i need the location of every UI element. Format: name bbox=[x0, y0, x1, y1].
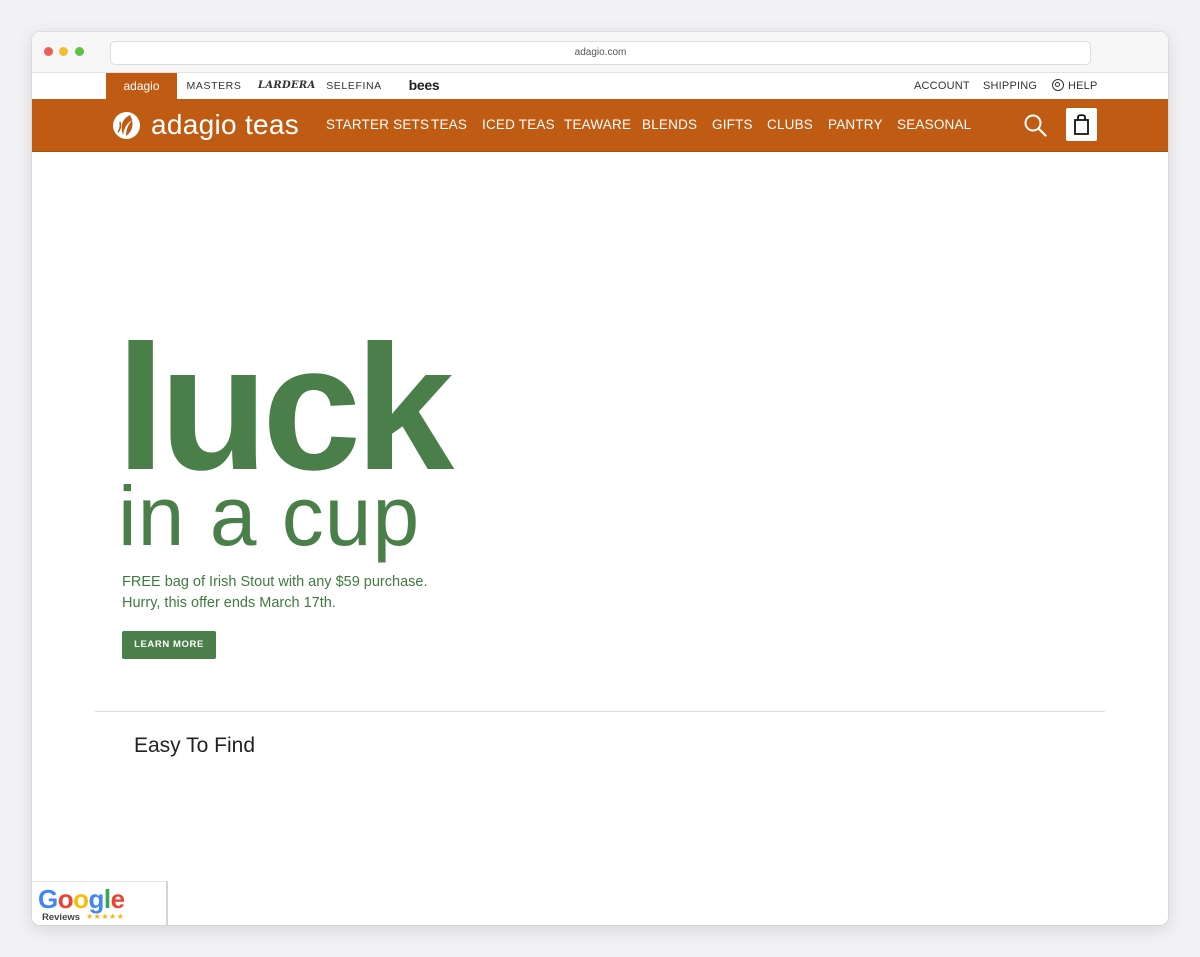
nav-seasonal[interactable]: SEASONAL bbox=[897, 99, 971, 151]
brand-tab-selefina[interactable]: SELEFINA bbox=[324, 73, 384, 99]
nav-blends[interactable]: BLENDS bbox=[642, 99, 697, 151]
search-icon[interactable] bbox=[1023, 113, 1047, 137]
nav-clubs[interactable]: CLUBS bbox=[767, 99, 813, 151]
adagio-leaf-logo-icon[interactable] bbox=[112, 110, 141, 141]
brand-tab-lardera[interactable]: LARDERA bbox=[258, 73, 315, 99]
brand-bar: adagio MASTERS LARDERA SELEFINA bees ACC… bbox=[32, 73, 1168, 99]
close-window-button[interactable] bbox=[44, 47, 53, 56]
brand-tab-masters[interactable]: MASTERS bbox=[184, 73, 244, 99]
google-logo: Google bbox=[38, 884, 125, 914]
section-divider bbox=[95, 711, 1105, 712]
help-label: HELP bbox=[1068, 80, 1098, 92]
nav-pantry[interactable]: PANTRY bbox=[828, 99, 883, 151]
google-reviews-badge[interactable]: Google Reviews ★★★★★ bbox=[32, 881, 168, 925]
account-link[interactable]: ACCOUNT bbox=[914, 73, 970, 99]
section-title: Easy To Find bbox=[134, 734, 256, 757]
nav-starter-sets[interactable]: STARTER SETS bbox=[326, 99, 429, 151]
learn-more-button[interactable]: LEARN MORE bbox=[122, 631, 216, 659]
site-logo-text[interactable]: adagio teas bbox=[151, 107, 299, 143]
minimize-window-button[interactable] bbox=[59, 47, 68, 56]
browser-window: adagio.com adagio MASTERS LARDERA SELEFI… bbox=[32, 32, 1168, 925]
main-navigation: adagio teas STARTER SETS TEAS ICED TEAS … bbox=[32, 99, 1168, 152]
shipping-link[interactable]: SHIPPING bbox=[983, 73, 1037, 99]
rating-stars-icon: ★★★★★ bbox=[86, 912, 125, 921]
nav-iced-teas[interactable]: ICED TEAS bbox=[482, 99, 555, 151]
hero-headline: luck bbox=[116, 308, 454, 507]
maximize-window-button[interactable] bbox=[75, 47, 84, 56]
browser-titlebar: adagio.com bbox=[32, 32, 1168, 73]
promo-text-line-1: FREE bag of Irish Stout with any $59 pur… bbox=[122, 574, 428, 590]
cart-button[interactable] bbox=[1066, 108, 1097, 141]
nav-teaware[interactable]: TEAWARE bbox=[564, 99, 631, 151]
nav-gifts[interactable]: GIFTS bbox=[712, 99, 753, 151]
brand-tab-adagio[interactable]: adagio bbox=[106, 73, 177, 99]
shopping-bag-icon bbox=[1074, 114, 1089, 135]
hero-subheadline: in a cup bbox=[118, 469, 421, 563]
help-link[interactable]: HELP bbox=[1052, 73, 1098, 99]
nav-teas[interactable]: TEAS bbox=[431, 99, 467, 151]
promo-text-line-2: Hurry, this offer ends March 17th. bbox=[122, 595, 336, 611]
brand-tab-bees[interactable]: bees bbox=[406, 73, 442, 99]
address-bar[interactable]: adagio.com bbox=[110, 41, 1091, 65]
lifebuoy-icon bbox=[1052, 79, 1064, 91]
reviews-label: Reviews bbox=[42, 912, 81, 923]
